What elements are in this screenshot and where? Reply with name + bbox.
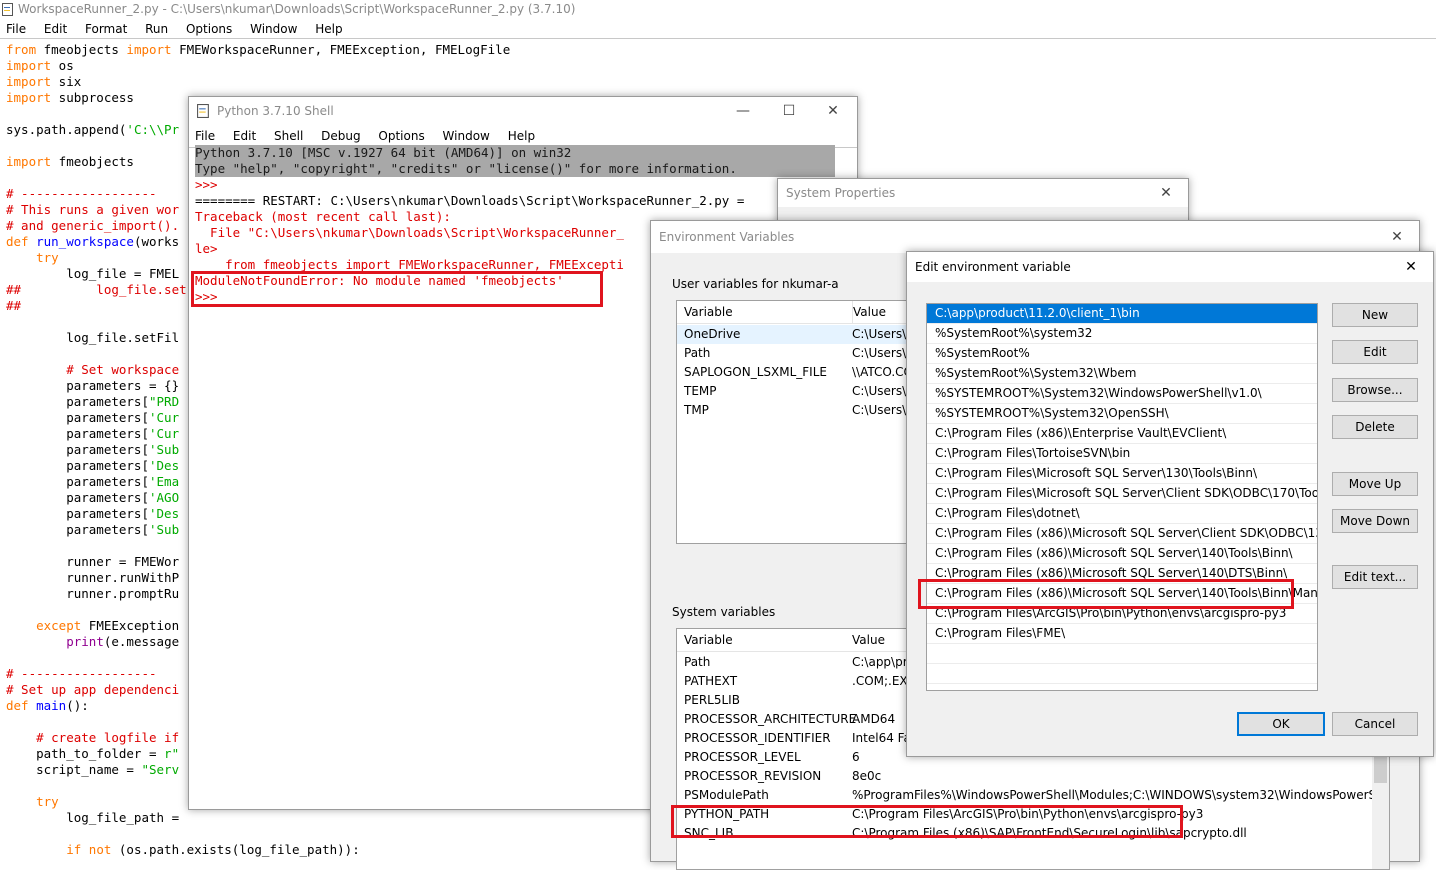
menu-options[interactable]: Options [378,129,424,143]
code-line: import six [6,74,82,89]
list-item[interactable]: %SystemRoot% [927,344,1317,364]
column-value[interactable]: Value [852,301,886,323]
list-item[interactable]: C:\Program Files\Microsoft SQL Server\Cl… [927,484,1317,504]
list-item[interactable]: C:\Program Files\Microsoft SQL Server\13… [927,464,1317,484]
shell-menubar: File Edit Shell Debug Options Window Hel… [189,125,857,145]
envvars-titlebar: Environment Variables ✕ [651,221,1419,253]
menu-window[interactable]: Window [443,129,490,143]
menu-run[interactable]: Run [145,22,168,36]
delete-button[interactable]: Delete [1332,415,1418,439]
sysprops-titlebar: System Properties ✕ [778,179,1188,207]
code-line: if not (os.path.exists(log_file_path)): [66,842,360,857]
move-up-button[interactable]: Move Up [1332,472,1418,496]
sysprops-title: System Properties [786,186,896,200]
menu-debug[interactable]: Debug [321,129,360,143]
list-item[interactable]: C:\Program Files (x86)\Enterprise Vault\… [927,424,1317,444]
arcgis-path-highlight-box [918,579,1294,609]
edit-button[interactable]: Edit [1332,340,1418,364]
system-variables-label: System variables [672,605,776,619]
menu-shell[interactable]: Shell [274,129,303,143]
code-line: import os [6,58,74,73]
menu-edit[interactable]: Edit [44,22,67,36]
code-line: from fmeobjects import FMEWorkspaceRunne… [6,42,511,57]
edit-text-button[interactable]: Edit text... [1332,565,1418,589]
list-item[interactable]: PROCESSOR_REVISION 8e0c [677,767,1389,786]
code-line: log_file_path = [6,810,187,825]
list-item[interactable]: %SYSTEMROOT%\System32\WindowsPowerShell\… [927,384,1317,404]
ok-button[interactable]: OK [1237,712,1325,736]
menu-file[interactable]: File [6,22,26,36]
error-highlight-box [191,271,603,307]
path-entries-list[interactable]: C:\app\product\11.2.0\client_1\bin %Syst… [926,303,1318,691]
shell-line: ======== RESTART: C:\Users\nkumar\Downlo… [195,193,745,208]
list-item[interactable]: Path C:\Users\n [677,344,937,363]
envvars-title: Environment Variables [659,230,795,244]
user-variables-list[interactable]: Variable Value OneDrive C:\Users\n Path C:… [676,300,938,544]
menu-help[interactable]: Help [315,22,342,36]
close-icon[interactable]: ✕ [811,97,855,125]
editor-title: WorkspaceRunner_2.py - C:\Users\nkumar\D… [18,2,576,16]
editor-menubar: File Edit Format Run Options Window Help [0,20,1436,39]
list-item[interactable]: %SystemRoot%\system32 [927,324,1317,344]
column-variable[interactable]: Variable [684,629,733,651]
list-item[interactable]: %SystemRoot%\System32\Wbem [927,364,1317,384]
python-file-icon [2,3,13,16]
move-down-button[interactable]: Move Down [1332,509,1418,533]
column-variable[interactable]: Variable [684,301,733,323]
editor-titlebar: WorkspaceRunner_2.py - C:\Users\nkumar\D… [0,0,1436,20]
shell-line: Type "help", "copyright", "credits" or "… [195,161,835,177]
list-item[interactable]: C:\app\product\11.2.0\client_1\bin [927,304,1317,324]
list-header: Variable Value [677,301,937,324]
minimize-icon[interactable]: — [721,97,765,125]
list-item[interactable] [927,664,1317,684]
editenv-title: Edit environment variable [915,260,1071,274]
edit-environment-variable-dialog: Edit environment variable ✕ C:\app\produ… [906,251,1434,757]
maximize-icon[interactable]: ☐ [767,97,811,125]
list-item[interactable]: C:\Program Files\dotnet\ [927,504,1317,524]
column-value[interactable]: Value [852,629,885,651]
user-variables-label: User variables for nkumar-a [672,277,839,291]
list-item[interactable] [927,644,1317,664]
python-file-icon [197,104,209,118]
close-icon[interactable]: ✕ [1375,221,1419,253]
list-item[interactable]: C:\Program Files\FME\ [927,624,1317,644]
list-item[interactable]: OneDrive C:\Users\n [677,325,937,344]
list-item[interactable]: TMP C:\Users\n [677,401,937,420]
new-button[interactable]: New [1332,303,1418,327]
list-item[interactable]: C:\Program Files (x86)\Microsoft SQL Ser… [927,544,1317,564]
list-item[interactable]: SAPLOGON_LSXML_FILE \\ATCO.CO [677,363,937,382]
scrollbar-thumb[interactable] [1374,757,1387,783]
shell-line: Python 3.7.10 [MSC v.1927 64 bit (AMD64)… [195,145,835,161]
shell-title: Python 3.7.10 Shell [217,104,334,118]
list-item[interactable]: PSModulePath %ProgramFiles%\WindowsPowerS… [677,786,1389,805]
list-item[interactable]: C:\Program Files\TortoiseSVN\bin [927,444,1317,464]
list-item[interactable]: C:\Program Files (x86)\Microsoft SQL Ser… [927,524,1317,544]
browse-button[interactable]: Browse... [1332,378,1418,402]
list-item[interactable]: %SYSTEMROOT%\System32\OpenSSH\ [927,404,1317,424]
list-item[interactable]: TEMP C:\Users\n [677,382,937,401]
editenv-titlebar: Edit environment variable ✕ [907,252,1433,282]
shell-titlebar: Python 3.7.10 Shell — ☐ ✕ [189,97,857,125]
menu-file[interactable]: File [195,129,215,143]
menu-edit[interactable]: Edit [233,129,256,143]
menu-help[interactable]: Help [508,129,535,143]
python-path-highlight-box [671,805,1183,838]
shell-prompt: >>> [195,177,226,192]
close-icon[interactable]: ✕ [1144,179,1188,207]
cancel-button[interactable]: Cancel [1332,712,1418,736]
menu-options[interactable]: Options [186,22,232,36]
menu-window[interactable]: Window [250,22,297,36]
menu-format[interactable]: Format [85,22,127,36]
close-icon[interactable]: ✕ [1389,252,1433,282]
